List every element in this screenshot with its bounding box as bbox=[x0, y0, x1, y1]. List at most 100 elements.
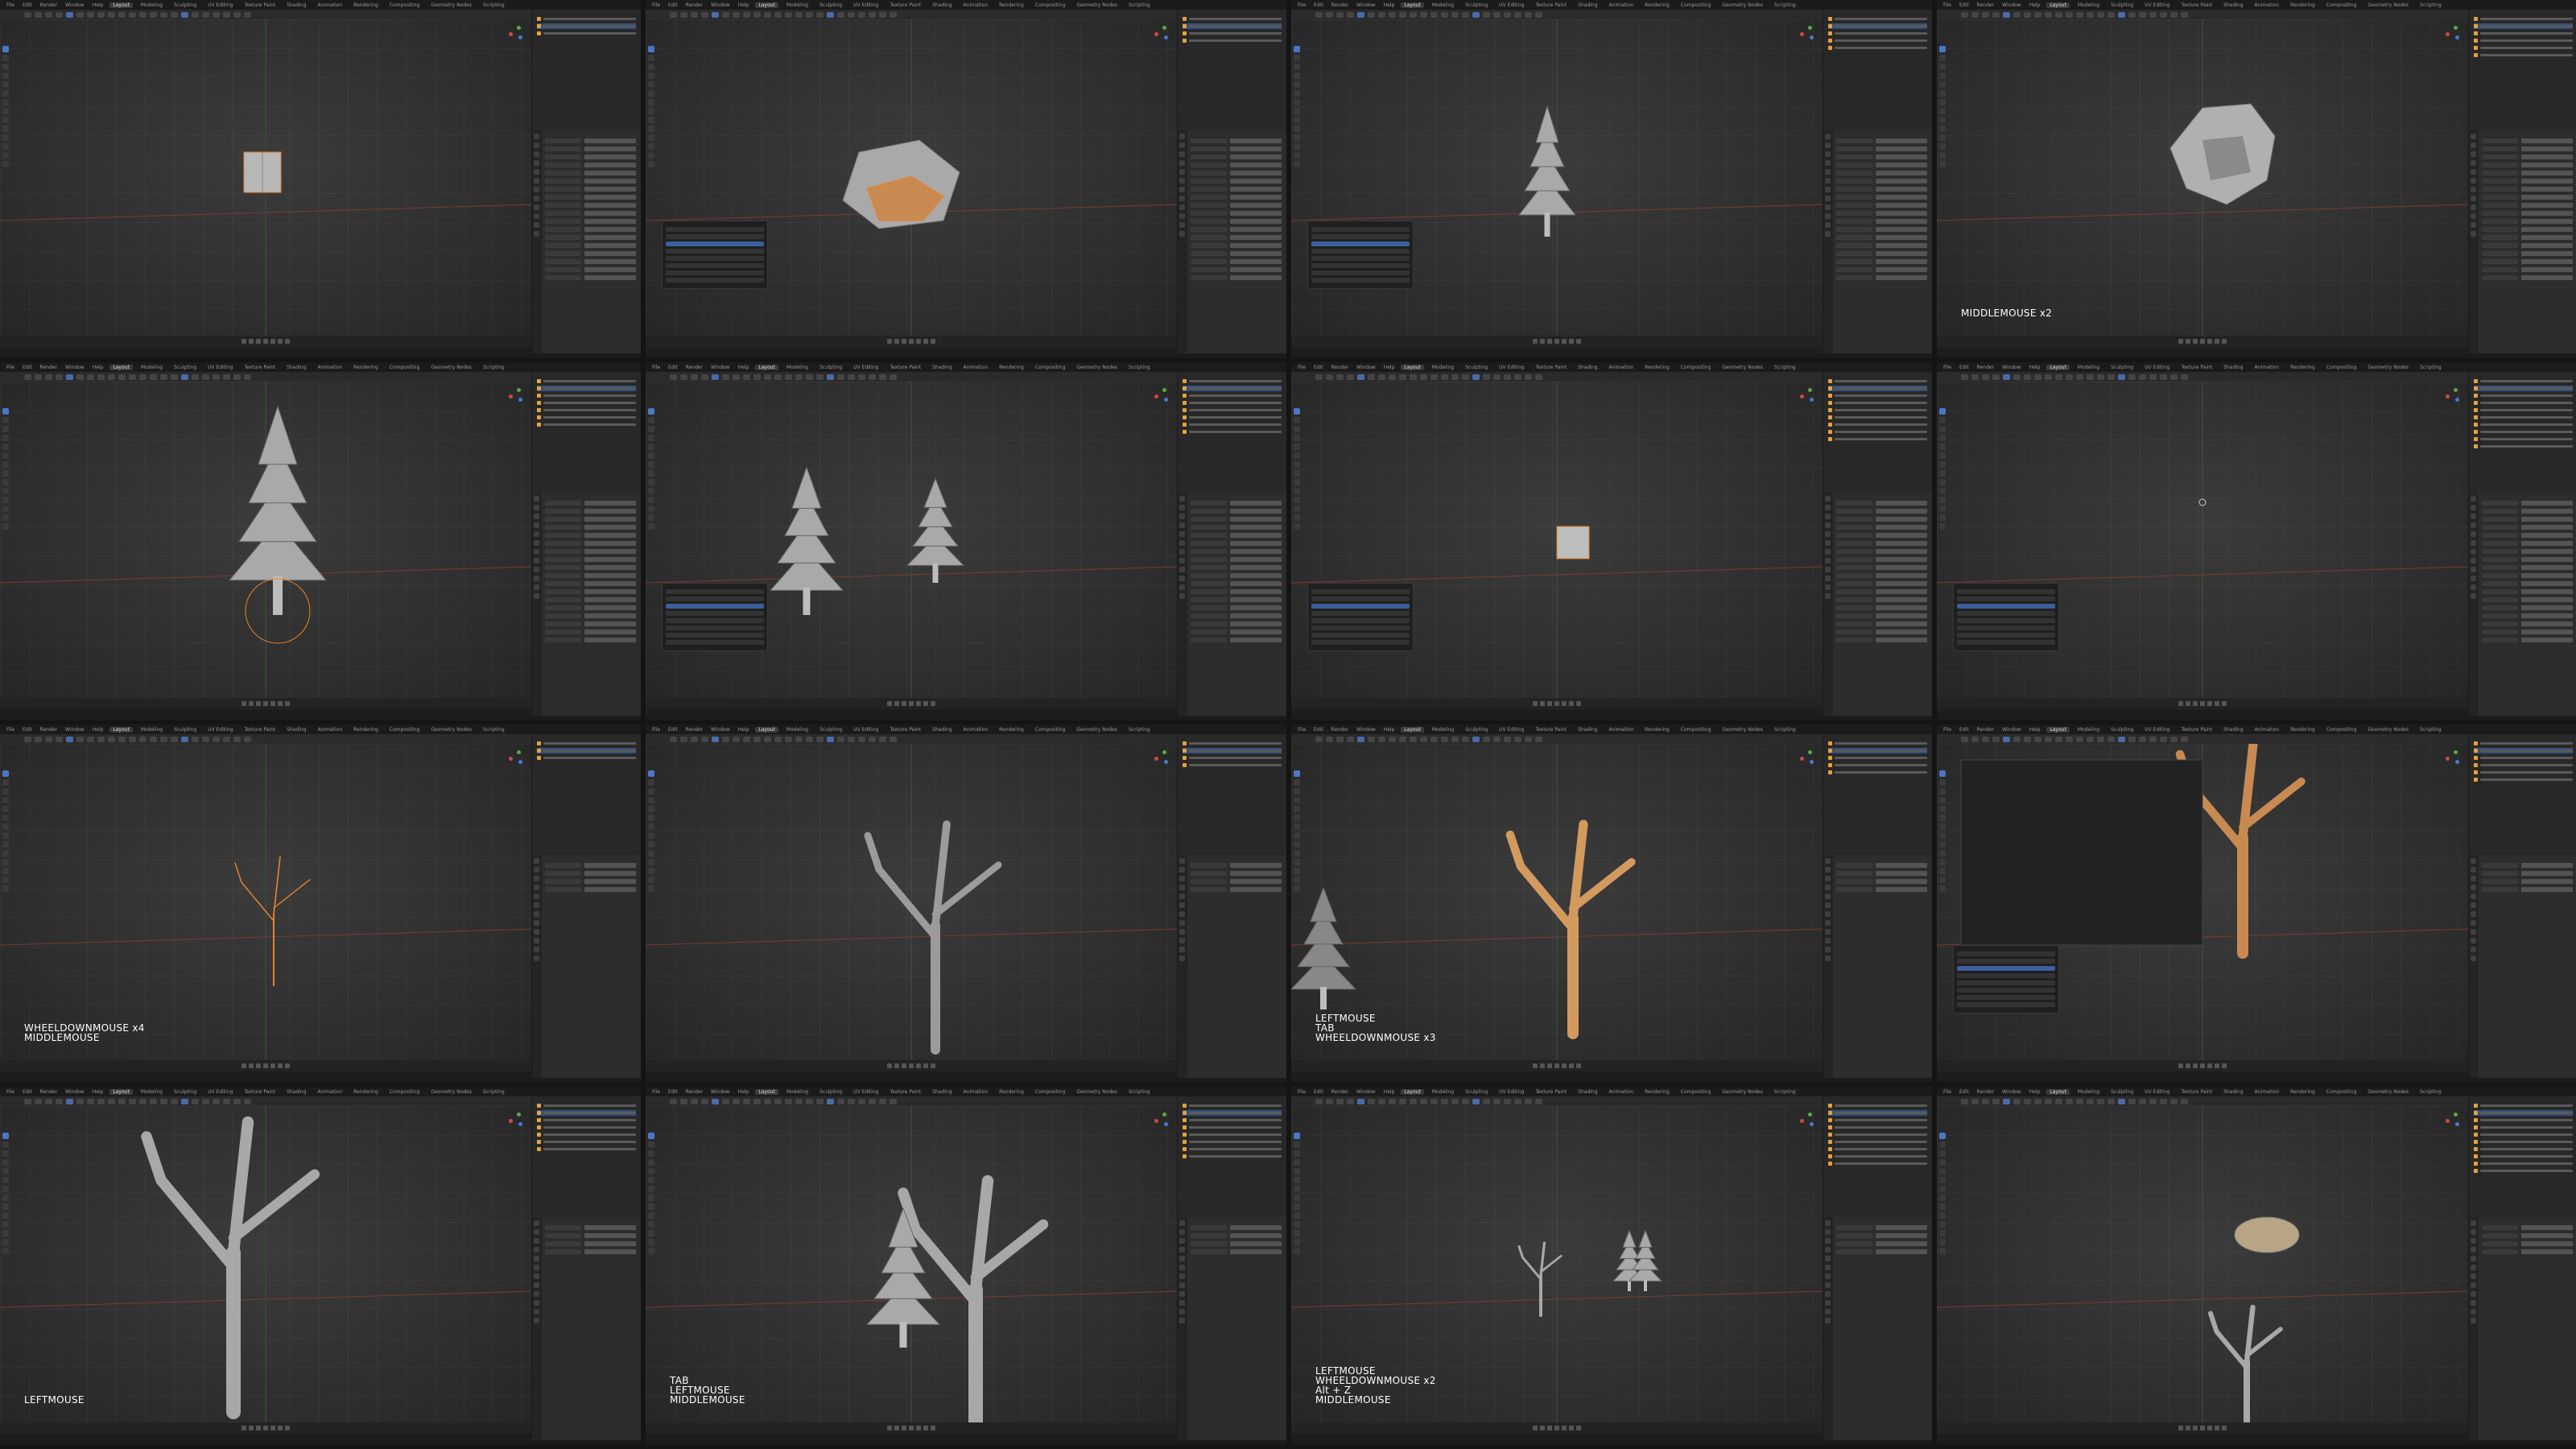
tool-icon[interactable] bbox=[1294, 126, 1300, 132]
header-button[interactable] bbox=[244, 374, 251, 380]
gizmo-axis-icon[interactable] bbox=[1810, 760, 1814, 764]
tool-icon[interactable] bbox=[2, 779, 9, 786]
property-row[interactable] bbox=[1191, 879, 1282, 884]
tab-workspace[interactable]: Scripting bbox=[1125, 1089, 1154, 1095]
tool-icon[interactable] bbox=[1939, 452, 1946, 459]
operator-field[interactable] bbox=[666, 589, 764, 594]
tab-workspace[interactable]: Animation bbox=[1606, 2, 1637, 8]
header-button[interactable] bbox=[1399, 374, 1406, 380]
header-button[interactable] bbox=[76, 736, 84, 742]
operator-panel[interactable] bbox=[662, 221, 768, 289]
tool-icon[interactable] bbox=[1294, 1177, 1300, 1183]
playback-button[interactable] bbox=[923, 1426, 928, 1430]
property-value-field[interactable] bbox=[584, 589, 636, 594]
property-row[interactable] bbox=[2482, 589, 2573, 594]
header-button[interactable] bbox=[2024, 736, 2031, 742]
property-value-field[interactable] bbox=[1876, 195, 1927, 200]
property-row[interactable] bbox=[2482, 211, 2573, 216]
tool-icon[interactable] bbox=[1294, 1221, 1300, 1228]
header-button[interactable] bbox=[1368, 374, 1375, 380]
tab-workspace[interactable]: Rendering bbox=[996, 1089, 1027, 1095]
playback-button[interactable] bbox=[263, 339, 268, 344]
property-value-field[interactable] bbox=[2521, 863, 2573, 868]
tab-workspace[interactable]: Texture Paint bbox=[886, 727, 924, 733]
properties-tab-icon[interactable] bbox=[534, 1265, 539, 1270]
header-button[interactable] bbox=[1961, 736, 1968, 742]
header-button[interactable] bbox=[129, 736, 136, 742]
tool-icon[interactable] bbox=[1294, 488, 1300, 494]
property-row[interactable] bbox=[1836, 887, 1927, 892]
header-button[interactable] bbox=[2003, 11, 2010, 18]
menu-item[interactable]: Help bbox=[2028, 2, 2042, 8]
property-value-field[interactable] bbox=[1876, 138, 1927, 143]
header-button[interactable] bbox=[774, 736, 782, 742]
header-button[interactable] bbox=[2097, 1098, 2104, 1104]
outliner-item[interactable] bbox=[537, 1110, 636, 1116]
tool-icon[interactable] bbox=[1939, 488, 1946, 494]
outliner-item[interactable] bbox=[2474, 1125, 2573, 1130]
property-value-field[interactable] bbox=[2521, 195, 2573, 200]
header-button[interactable] bbox=[1451, 374, 1459, 380]
properties-tab-icon[interactable] bbox=[534, 593, 539, 599]
tab-workspace[interactable]: Layout bbox=[755, 364, 778, 370]
playback-button[interactable] bbox=[909, 1063, 914, 1068]
properties-tab-icon[interactable] bbox=[1825, 1318, 1831, 1323]
playback-button[interactable] bbox=[931, 701, 935, 706]
tab-workspace[interactable]: Animation bbox=[960, 727, 992, 733]
outliner-item[interactable] bbox=[2474, 748, 2573, 753]
playback-button[interactable] bbox=[916, 1063, 921, 1068]
property-value-field[interactable] bbox=[1230, 187, 1282, 192]
tool-icon[interactable] bbox=[1939, 126, 1946, 132]
property-value-field[interactable] bbox=[584, 203, 636, 208]
property-value-field[interactable] bbox=[584, 517, 636, 522]
gizmo-axis-icon[interactable] bbox=[1162, 750, 1166, 754]
header-button[interactable] bbox=[2087, 1098, 2094, 1104]
tab-workspace[interactable]: Layout bbox=[755, 726, 778, 733]
header-button[interactable] bbox=[213, 11, 220, 18]
property-value-field[interactable] bbox=[584, 597, 636, 602]
menu-item[interactable]: Help bbox=[91, 365, 105, 370]
property-value-field[interactable] bbox=[1230, 887, 1282, 892]
playback-button[interactable] bbox=[285, 1063, 290, 1068]
header-button[interactable] bbox=[712, 736, 719, 742]
header-button[interactable] bbox=[2076, 11, 2083, 18]
header-button[interactable] bbox=[743, 1098, 750, 1104]
property-value-field[interactable] bbox=[2521, 1241, 2573, 1246]
operator-field[interactable] bbox=[666, 618, 764, 623]
header-button[interactable] bbox=[869, 736, 876, 742]
tab-workspace[interactable]: Geometry Nodes bbox=[1073, 727, 1121, 733]
gizmo-axis-icon[interactable] bbox=[1162, 1113, 1166, 1117]
property-row[interactable] bbox=[2482, 863, 2573, 868]
properties-tab-icon[interactable] bbox=[534, 1291, 539, 1297]
properties-tab-icon[interactable] bbox=[2471, 1300, 2476, 1306]
header-button[interactable] bbox=[764, 11, 771, 18]
tab-workspace[interactable]: Animation bbox=[2252, 727, 2283, 733]
properties-tab-icon[interactable] bbox=[534, 505, 539, 510]
tool-icon[interactable] bbox=[1939, 868, 1946, 874]
menu-item[interactable]: Render bbox=[1330, 365, 1350, 370]
navigation-gizmo[interactable] bbox=[1154, 26, 1169, 40]
properties-tab-icon[interactable] bbox=[1825, 496, 1831, 502]
tool-icon[interactable] bbox=[648, 506, 654, 512]
header-button[interactable] bbox=[2003, 374, 2010, 380]
tab-workspace[interactable]: UV Editing bbox=[1496, 1089, 1527, 1095]
menu-item[interactable]: Help bbox=[91, 2, 105, 8]
tab-workspace[interactable]: Modeling bbox=[1429, 727, 1457, 733]
tool-icon[interactable] bbox=[1294, 46, 1300, 52]
header-button[interactable] bbox=[1472, 1098, 1480, 1104]
property-row[interactable] bbox=[1191, 1241, 1282, 1246]
tab-workspace[interactable]: UV Editing bbox=[2141, 727, 2173, 733]
menu-item[interactable]: File bbox=[1942, 1089, 1953, 1095]
header-button[interactable] bbox=[848, 1098, 855, 1104]
property-value-field[interactable] bbox=[2521, 1233, 2573, 1238]
property-row[interactable] bbox=[2482, 887, 2573, 892]
tab-workspace[interactable]: UV Editing bbox=[850, 1089, 881, 1095]
tab-workspace[interactable]: Texture Paint bbox=[2178, 2, 2215, 8]
properties-tab-icon[interactable] bbox=[534, 858, 539, 864]
properties-tab-icon[interactable] bbox=[1825, 1282, 1831, 1288]
tool-icon[interactable] bbox=[648, 770, 654, 777]
menu-item[interactable]: Window bbox=[1355, 727, 1377, 733]
header-button[interactable] bbox=[2055, 1098, 2062, 1104]
operator-field[interactable] bbox=[666, 604, 764, 609]
menu-item[interactable]: Edit bbox=[21, 727, 34, 733]
